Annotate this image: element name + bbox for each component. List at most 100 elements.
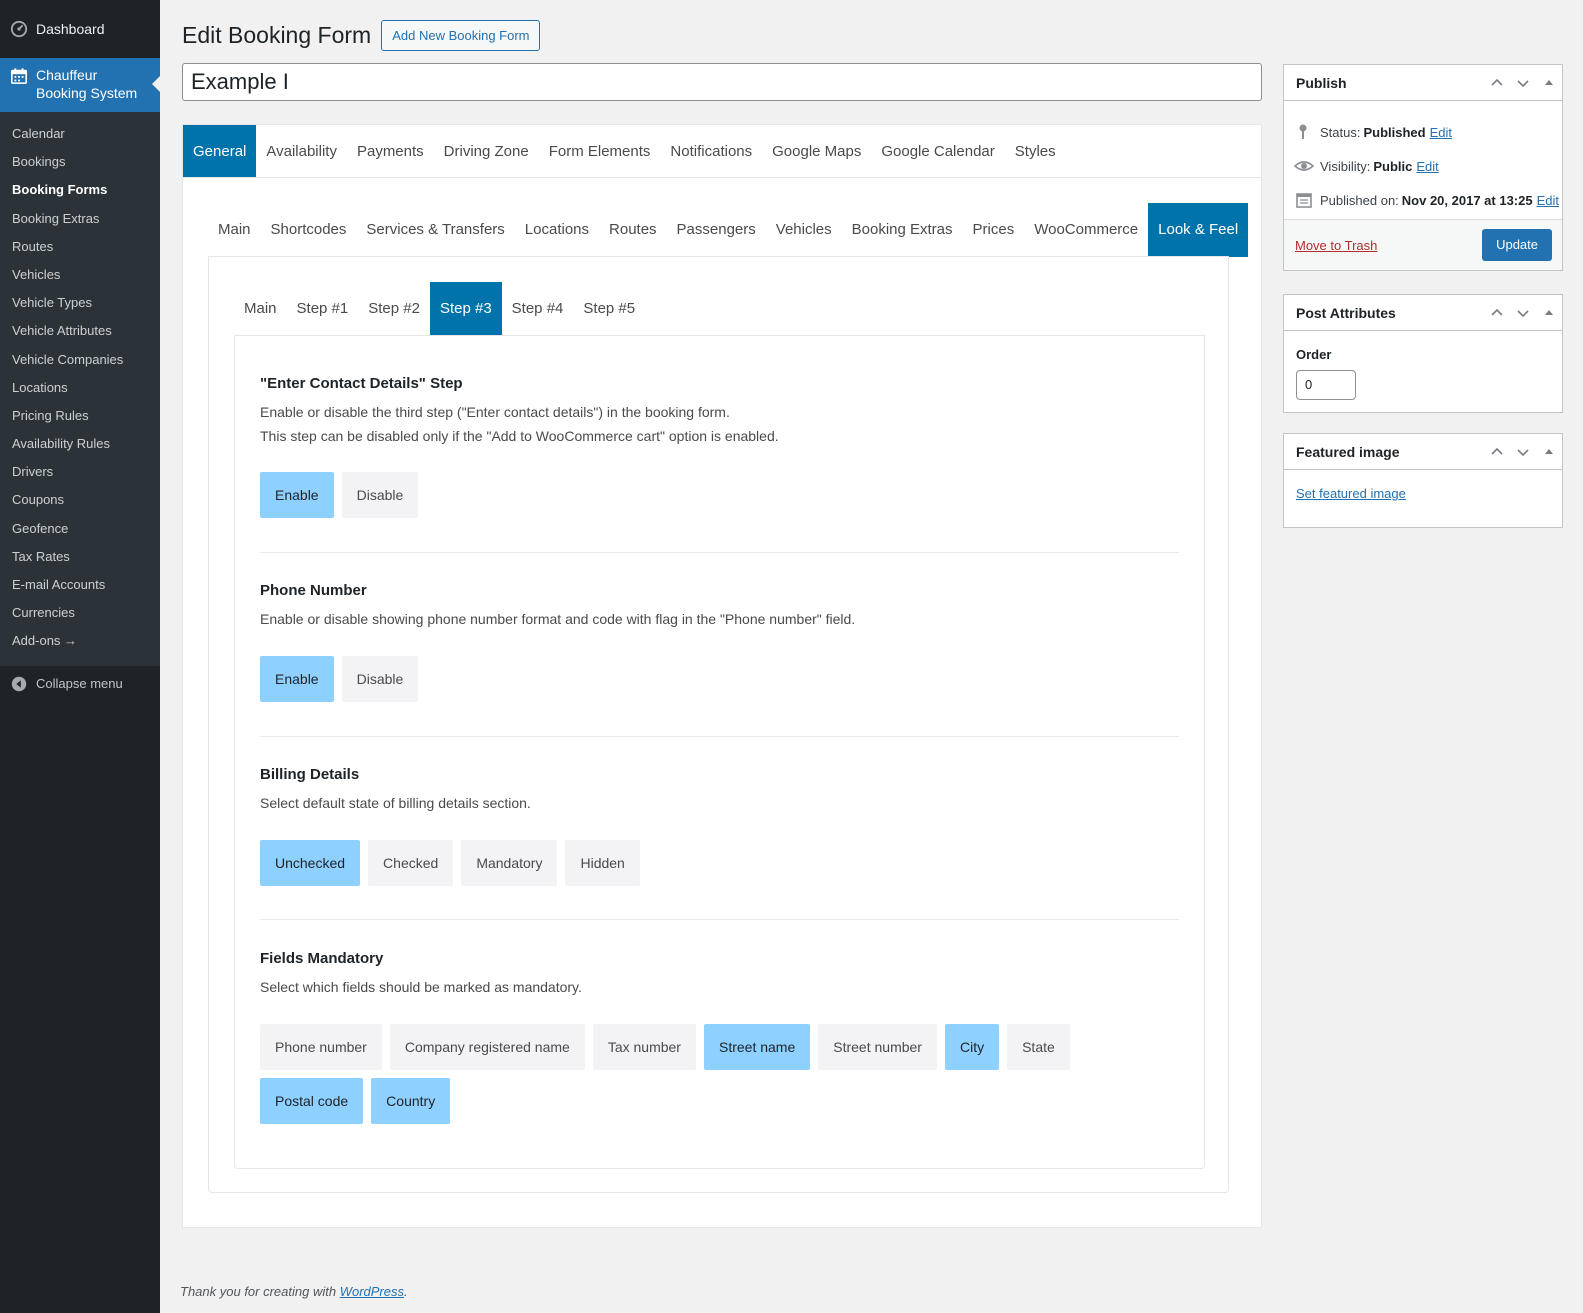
sidebar-item-geofence[interactable]: Geofence xyxy=(0,515,160,543)
status-row: Status: Published Edit xyxy=(1284,115,1562,149)
subtab-services-transfers[interactable]: Services & Transfers xyxy=(356,203,514,257)
steptab-step-5[interactable]: Step #5 xyxy=(573,282,645,336)
footer-text: Thank you for creating with xyxy=(180,1284,340,1299)
billing-option-unchecked[interactable]: Unchecked xyxy=(260,840,361,886)
tab-form-elements[interactable]: Form Elements xyxy=(539,125,661,177)
tab-google-maps[interactable]: Google Maps xyxy=(762,125,871,177)
move-down-icon[interactable] xyxy=(1510,295,1536,331)
move-down-icon[interactable] xyxy=(1510,65,1536,101)
tab-payments[interactable]: Payments xyxy=(347,125,434,177)
steptab-step-1[interactable]: Step #1 xyxy=(287,282,359,336)
phone-option-enable[interactable]: Enable xyxy=(260,656,334,702)
sidebar-item-dashboard[interactable]: Dashboard xyxy=(0,0,160,58)
sidebar-item-routes[interactable]: Routes xyxy=(0,233,160,261)
sidebar-item-currencies[interactable]: Currencies xyxy=(0,599,160,627)
status-value: Published xyxy=(1363,124,1426,140)
sidebar-item-e-mail-accounts[interactable]: E-mail Accounts xyxy=(0,571,160,599)
tab-google-calendar[interactable]: Google Calendar xyxy=(871,125,1004,177)
billing-option-checked[interactable]: Checked xyxy=(368,840,454,886)
fields-option-country[interactable]: Country xyxy=(371,1078,451,1124)
subtab-locations[interactable]: Locations xyxy=(515,203,599,257)
fields-option-tax-number[interactable]: Tax number xyxy=(592,1024,696,1070)
fields-option-state[interactable]: State xyxy=(1007,1024,1070,1070)
sidebar-item-drivers[interactable]: Drivers xyxy=(0,458,160,486)
steptab-step-3[interactable]: Step #3 xyxy=(429,282,502,336)
sidebar-submenu: Calendar Bookings Booking Forms Booking Ext… xyxy=(0,112,160,666)
subtab-passengers[interactable]: Passengers xyxy=(667,203,766,257)
sidebar-item-chauffeur-booking-system[interactable]: Chauffeur Booking System xyxy=(0,58,160,112)
contact-option-enable[interactable]: Enable xyxy=(260,472,334,518)
subtab-shortcodes[interactable]: Shortcodes xyxy=(261,203,357,257)
subtab-prices[interactable]: Prices xyxy=(963,203,1025,257)
divider xyxy=(260,736,1179,737)
billing-details-section: Billing Details Select default state of … xyxy=(260,765,1179,886)
edit-visibility-link[interactable]: Edit xyxy=(1416,159,1438,174)
fields-option-street-number[interactable]: Street number xyxy=(818,1024,937,1070)
edit-status-link[interactable]: Edit xyxy=(1430,125,1452,140)
fields-option-city[interactable]: City xyxy=(944,1024,1000,1070)
move-to-trash-link[interactable]: Move to Trash xyxy=(1295,238,1377,253)
subtab-look-feel[interactable]: Look & Feel xyxy=(1148,203,1249,257)
main-tabs: General Availability Payments Driving Zone F… xyxy=(183,125,1261,178)
sidebar-item-booking-extras[interactable]: Booking Extras xyxy=(0,205,160,233)
wordpress-link[interactable]: WordPress xyxy=(340,1284,404,1299)
sidebar-item-locations[interactable]: Locations xyxy=(0,374,160,402)
published-value: Nov 20, 2017 at 13:25 xyxy=(1401,192,1533,208)
subtab-booking-extras[interactable]: Booking Extras xyxy=(842,203,963,257)
visibility-row: Visibility: Public Edit xyxy=(1284,149,1562,183)
toggle-panel-icon[interactable] xyxy=(1536,434,1562,470)
fields-option-company-registered-name[interactable]: Company registered name xyxy=(389,1024,585,1070)
billing-option-hidden[interactable]: Hidden xyxy=(565,840,640,886)
steptab-step-4[interactable]: Step #4 xyxy=(502,282,574,336)
steptab-main[interactable]: Main xyxy=(234,282,287,336)
section-title: Billing Details xyxy=(260,766,360,783)
fields-option-street-name[interactable]: Street name xyxy=(703,1024,811,1070)
move-down-icon[interactable] xyxy=(1510,434,1536,470)
featured-image-header: Featured image xyxy=(1284,434,1562,470)
sidebar-item-tax-rates[interactable]: Tax Rates xyxy=(0,543,160,571)
box-title: Featured image xyxy=(1296,443,1400,460)
sidebar-item-pricing-rules[interactable]: Pricing Rules xyxy=(0,402,160,430)
sidebar-item-add-ons[interactable]: Add-ons → xyxy=(0,627,160,655)
sidebar-item-coupons[interactable]: Coupons xyxy=(0,486,160,514)
move-up-icon[interactable] xyxy=(1484,65,1510,101)
fields-option-phone-number[interactable]: Phone number xyxy=(260,1024,382,1070)
subtab-vehicles[interactable]: Vehicles xyxy=(766,203,842,257)
update-button[interactable]: Update xyxy=(1482,229,1552,261)
add-new-booking-form-button[interactable]: Add New Booking Form xyxy=(381,19,541,51)
toggle-panel-icon[interactable] xyxy=(1536,65,1562,101)
admin-sidebar: Dashboard Chauffeur Booking System Calen… xyxy=(0,0,160,1313)
order-input[interactable]: 0 xyxy=(1296,370,1356,400)
move-up-icon[interactable] xyxy=(1484,434,1510,470)
edit-date-link[interactable]: Edit xyxy=(1537,193,1559,208)
post-attributes-box: Post Attributes Order 0 xyxy=(1283,294,1563,413)
tab-availability[interactable]: Availability xyxy=(256,125,347,177)
phone-option-disable[interactable]: Disable xyxy=(341,656,419,702)
sidebar-item-calendar[interactable]: Calendar xyxy=(0,120,160,148)
subtab-woocommerce[interactable]: WooCommerce xyxy=(1024,203,1148,257)
tab-general[interactable]: General xyxy=(183,125,257,177)
sidebar-item-availability-rules[interactable]: Availability Rules xyxy=(0,430,160,458)
contact-option-disable[interactable]: Disable xyxy=(341,472,419,518)
move-up-icon[interactable] xyxy=(1484,295,1510,331)
fields-option-postal-code[interactable]: Postal code xyxy=(260,1078,364,1124)
tab-notifications[interactable]: Notifications xyxy=(660,125,762,177)
sidebar-item-vehicle-attributes[interactable]: Vehicle Attributes xyxy=(0,317,160,345)
steptab-step-2[interactable]: Step #2 xyxy=(358,282,430,336)
section-description: Select which fields should be marked as … xyxy=(260,979,582,995)
sidebar-item-booking-forms[interactable]: Booking Forms xyxy=(0,176,160,204)
tab-driving-zone[interactable]: Driving Zone xyxy=(434,125,539,177)
billing-option-mandatory[interactable]: Mandatory xyxy=(461,840,558,886)
tab-styles[interactable]: Styles xyxy=(1005,125,1066,177)
sidebar-item-vehicle-types[interactable]: Vehicle Types xyxy=(0,289,160,317)
subtab-main[interactable]: Main xyxy=(208,203,261,257)
toggle-panel-icon[interactable] xyxy=(1536,295,1562,331)
subtab-routes[interactable]: Routes xyxy=(599,203,667,257)
section-title: Fields Mandatory xyxy=(260,950,384,967)
sidebar-item-bookings[interactable]: Bookings xyxy=(0,148,160,176)
collapse-menu-button[interactable]: Collapse menu xyxy=(0,666,160,702)
post-title-input[interactable]: Example I xyxy=(182,63,1262,101)
sidebar-item-vehicles[interactable]: Vehicles xyxy=(0,261,160,289)
set-featured-image-link[interactable]: Set featured image xyxy=(1296,486,1406,501)
sidebar-item-vehicle-companies[interactable]: Vehicle Companies xyxy=(0,346,160,374)
